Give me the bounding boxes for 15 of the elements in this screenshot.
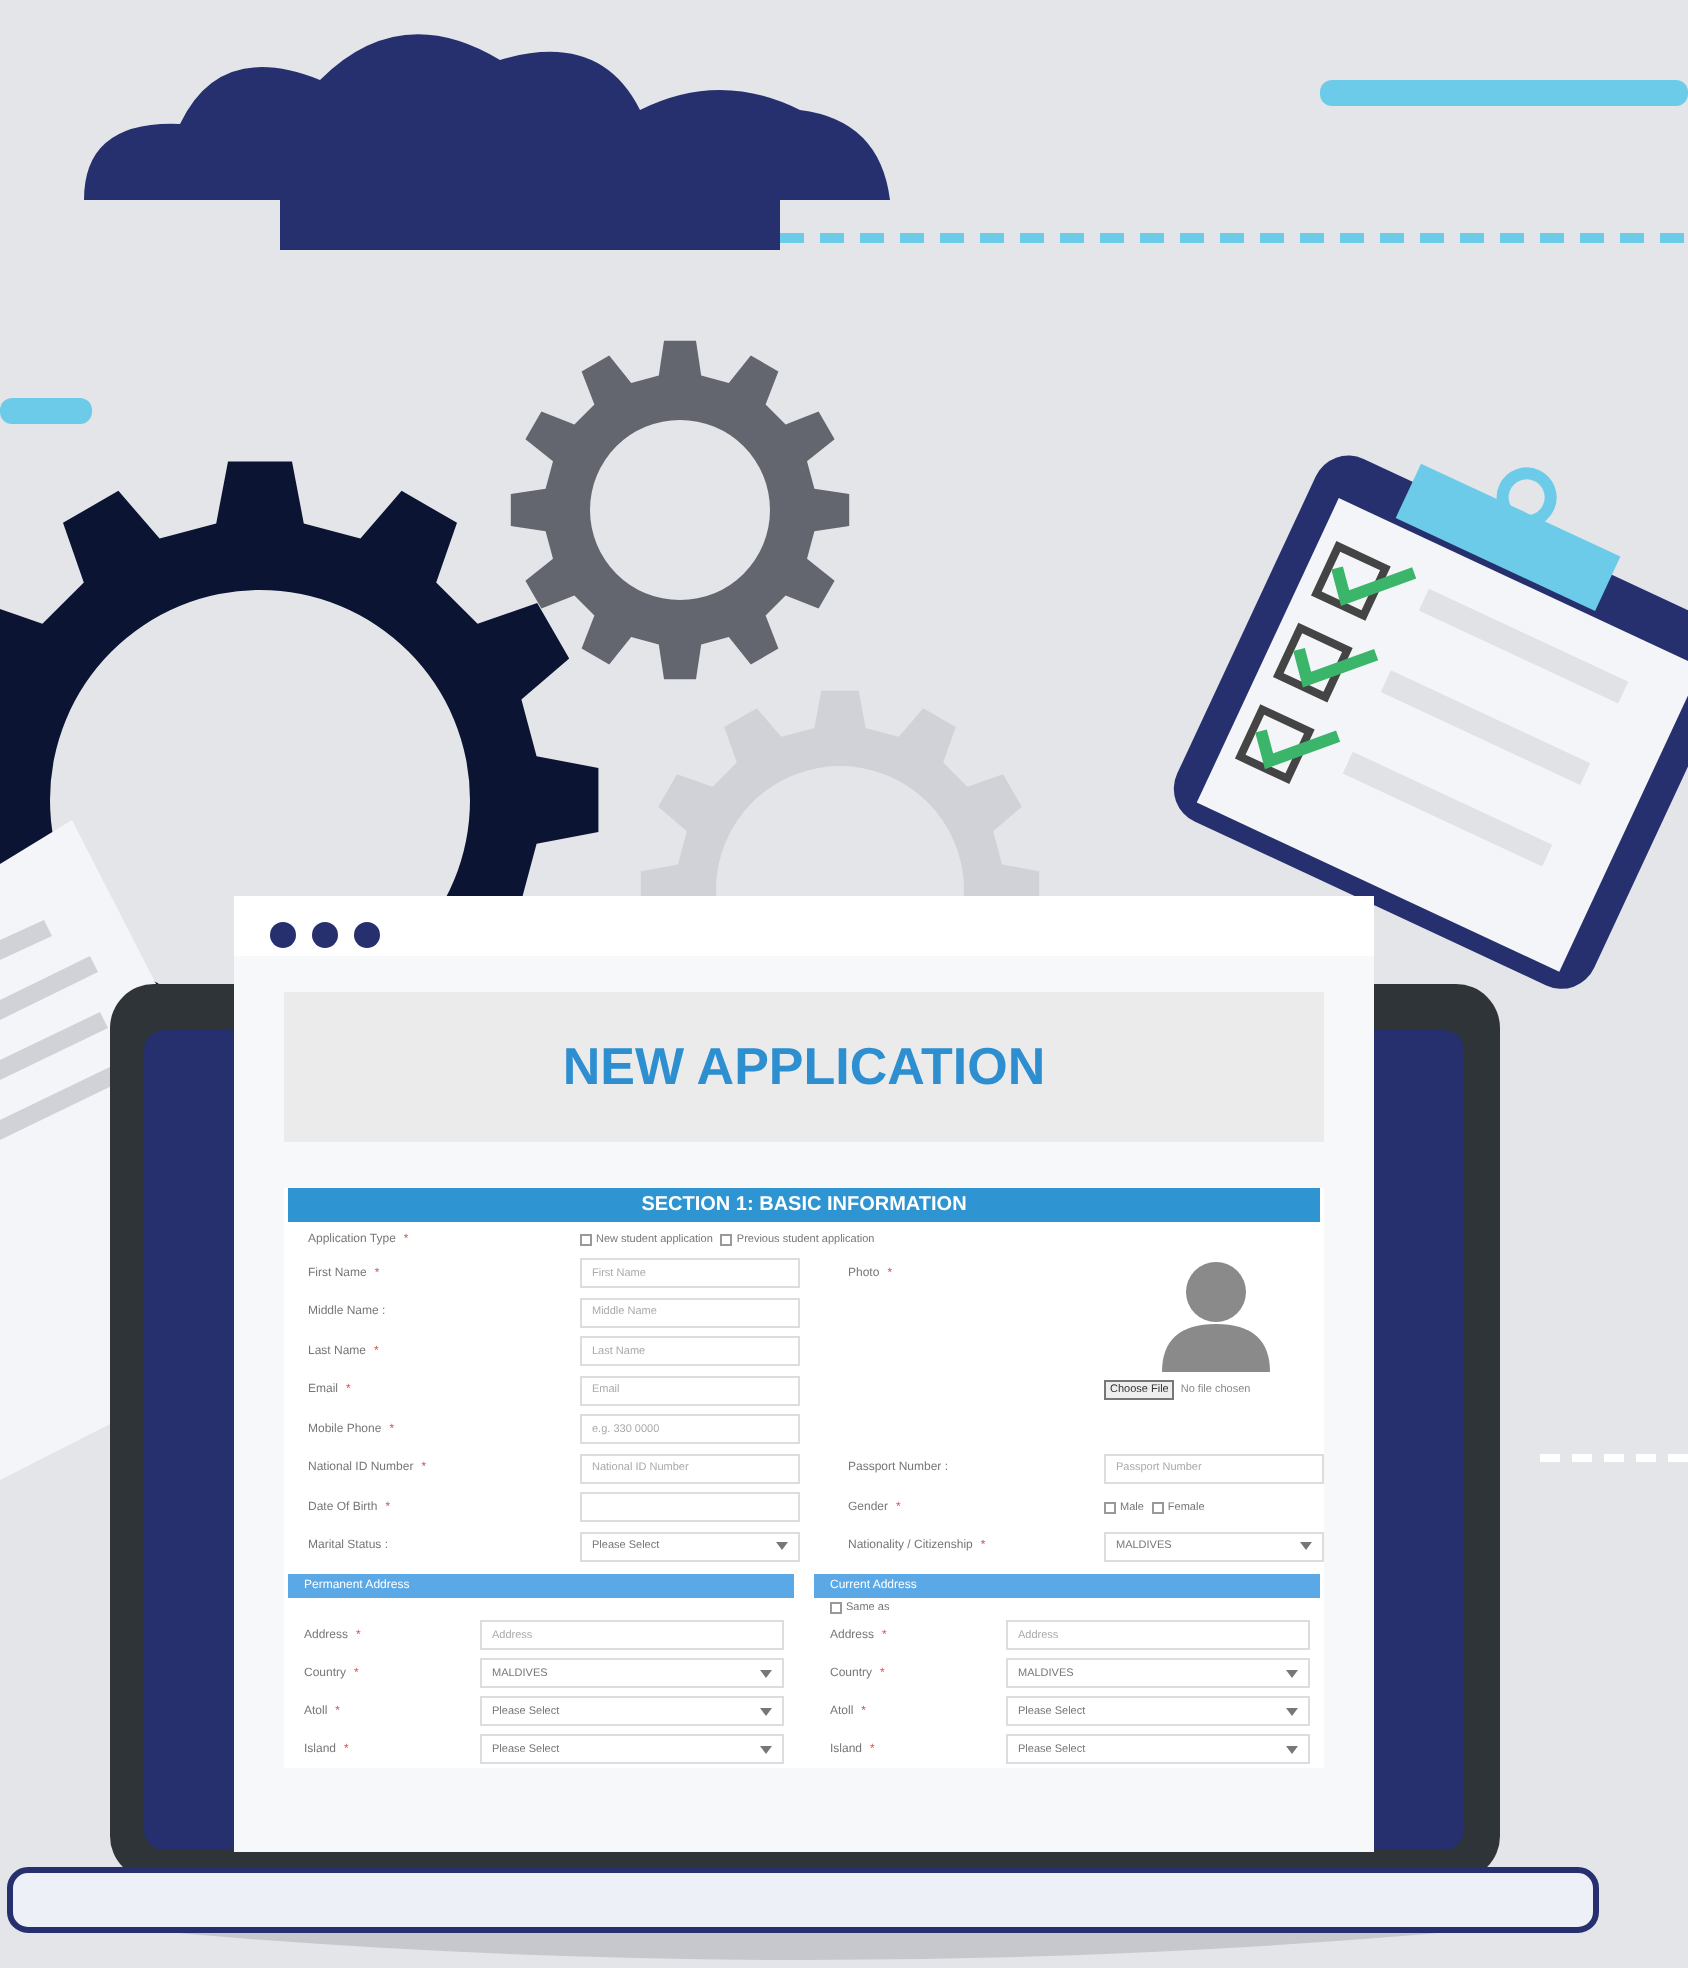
caret-icon — [1286, 1669, 1298, 1677]
section-header: SECTION 1: BASIC INFORMATION — [288, 1188, 1320, 1222]
window-dot-icon — [354, 922, 380, 948]
page-title: NEW APPLICATION — [562, 1036, 1046, 1098]
caret-icon — [760, 1669, 772, 1677]
caret-icon — [760, 1707, 772, 1715]
caret-icon — [1286, 1707, 1298, 1715]
window-dot-icon — [270, 922, 296, 948]
caret-icon — [1300, 1542, 1312, 1551]
text-field[interactable] — [580, 1492, 800, 1523]
caret-icon — [1286, 1745, 1298, 1753]
caret-icon — [776, 1542, 788, 1551]
stripe-decoration — [0, 398, 92, 424]
caret-icon — [760, 1745, 772, 1753]
window-dot-icon — [312, 922, 338, 948]
